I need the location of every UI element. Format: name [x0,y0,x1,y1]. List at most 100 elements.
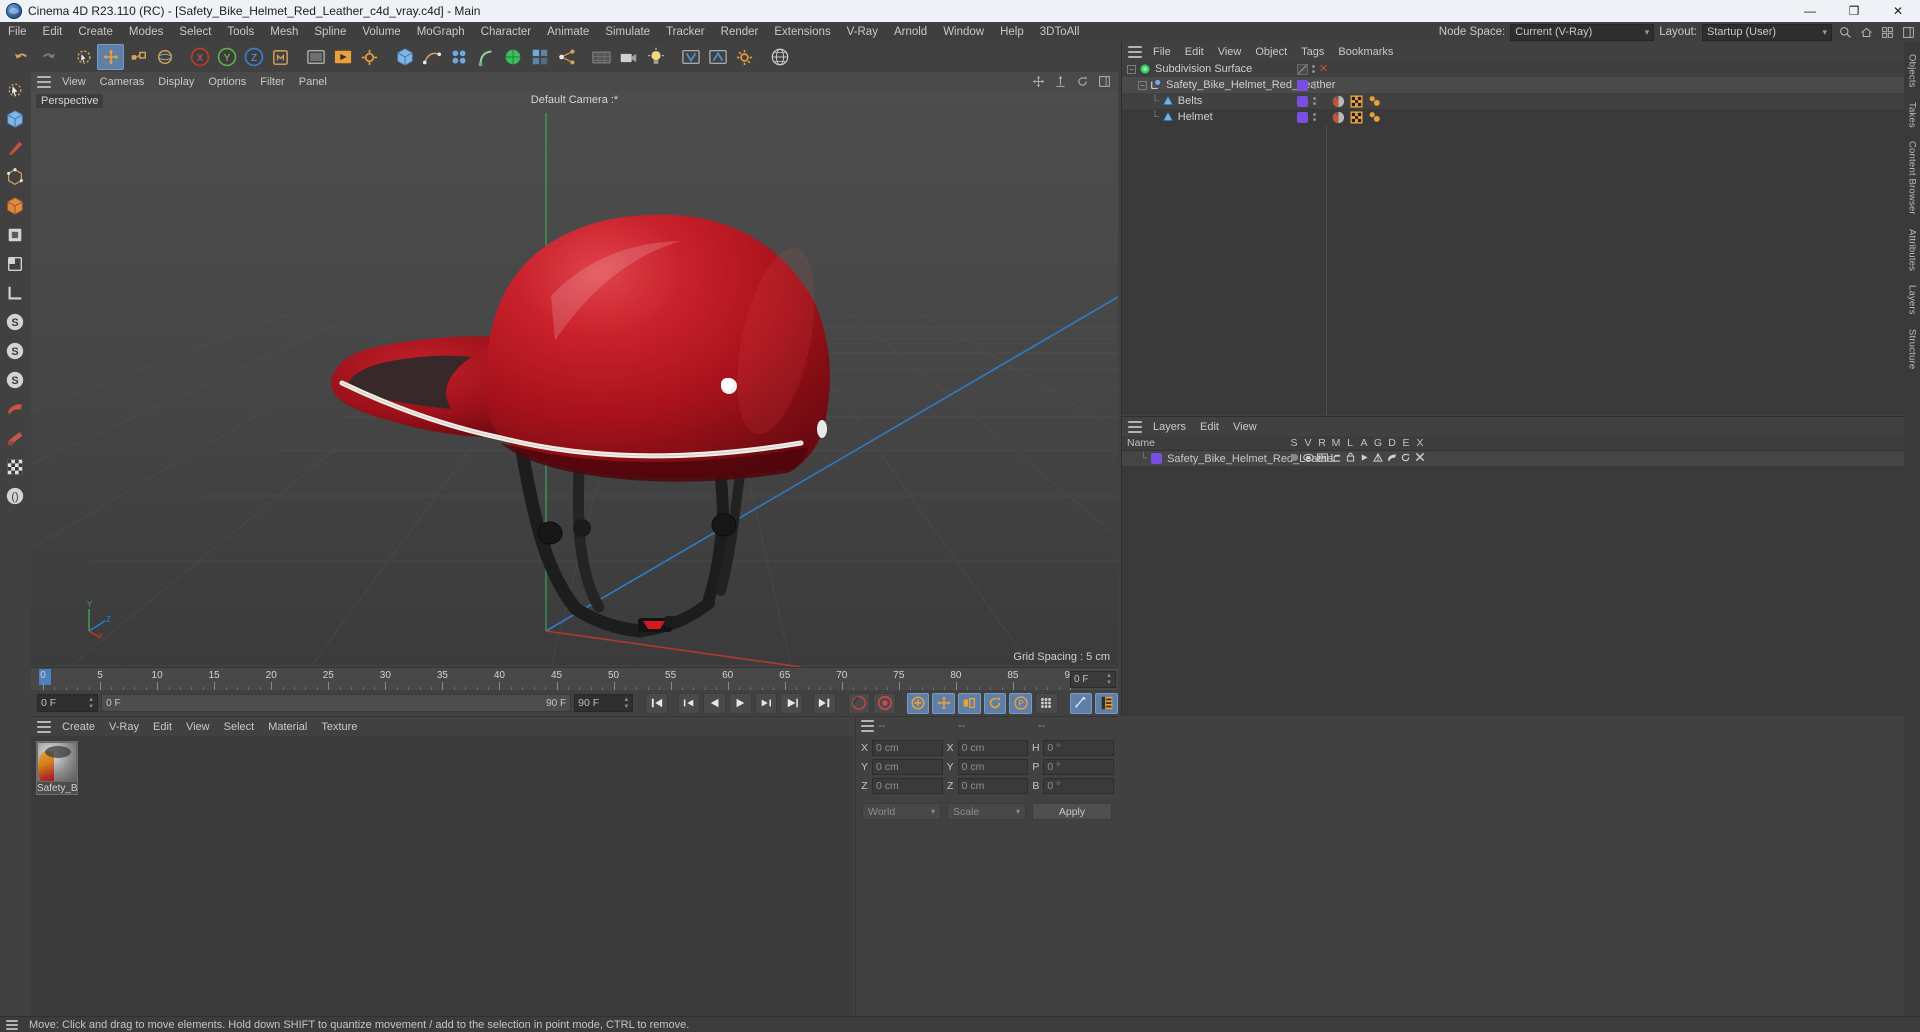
snap-quantize-tool[interactable]: S [2,308,28,336]
zoom-view-icon[interactable] [1052,74,1068,90]
checker-tool[interactable] [2,453,28,481]
menu-help[interactable]: Help [992,22,1032,42]
tab-attributes[interactable]: Attributes [1906,223,1919,277]
layers-col-v[interactable]: V [1301,437,1315,449]
preview-range-bar[interactable]: 0 F 90 F [101,694,572,712]
y-axis-lock-button[interactable]: Y [213,44,240,70]
keyframe-selection-button[interactable] [906,692,930,714]
material-menu-texture[interactable]: Texture [314,717,364,737]
menu-file[interactable]: File [0,22,35,42]
layers-menu-layers[interactable]: Layers [1146,417,1193,437]
menu-character[interactable]: Character [473,22,540,42]
object-menu-view[interactable]: View [1211,42,1249,62]
mesh-edit-tool[interactable] [2,163,28,191]
current-frame-field[interactable]: 0 F ▲ ▼ [37,694,99,712]
material-menu-select[interactable]: Select [217,717,262,737]
menu-tracker[interactable]: Tracker [658,22,713,42]
object-menu-object[interactable]: Object [1248,42,1294,62]
material-menu-view[interactable]: View [179,717,217,737]
undo-button[interactable] [8,44,35,70]
bend-deformer-button[interactable] [472,44,499,70]
layout-dropdown[interactable]: Startup (User) ▾ [1702,23,1832,41]
layer-color-tag[interactable] [1297,79,1308,91]
pen-spline-tool[interactable] [2,134,28,162]
scale-key-button[interactable] [958,692,981,714]
menu-3dtoall[interactable]: 3DToAll [1032,22,1088,42]
globe-button[interactable] [766,44,793,70]
vray-frame-buffer-button[interactable] [704,44,731,70]
brush-tool[interactable] [2,424,28,452]
object-menu-tags[interactable]: Tags [1294,42,1331,62]
layer-color-tag[interactable] [1297,95,1308,107]
position-z-field[interactable]: 0 cm [872,778,943,794]
render-settings-button[interactable] [356,44,383,70]
spinner-icon[interactable]: ▲ ▼ [88,697,94,710]
dopesheet-toggle-button[interactable] [1095,692,1118,714]
tab-content-browser[interactable]: Content Browser [1906,135,1919,221]
visibility-dots-icon[interactable] [1313,97,1316,105]
position-y-field[interactable]: 0 cm [872,759,943,775]
layers-col-x[interactable]: X [1413,437,1427,449]
uvw-tag[interactable] [1350,94,1363,108]
x-axis-lock-button[interactable]: X [186,44,213,70]
tab-objects[interactable]: Objects [1906,48,1919,94]
viewport-menu-options[interactable]: Options [201,72,253,92]
menu-arnold[interactable]: Arnold [886,22,935,42]
minimize-button[interactable]: — [1788,0,1832,22]
tab-takes[interactable]: Takes [1906,96,1919,134]
phong-tag[interactable] [1368,95,1381,108]
vray-render-button[interactable] [677,44,704,70]
object-row-belts[interactable]: └ Belts [1122,93,1904,109]
go-to-previous-key-button[interactable] [677,692,701,714]
status-menu-icon[interactable] [6,1019,18,1030]
layers-col-g[interactable]: G [1371,437,1385,449]
plane-tool[interactable] [2,250,28,278]
rotation-p-field[interactable]: 0 ° [1043,759,1115,775]
subdivision-surface-button[interactable] [499,44,526,70]
rotation-b-field[interactable]: 0 ° [1043,778,1115,794]
cube-primitive-button[interactable] [391,44,418,70]
position-x-field[interactable]: 0 cm [872,740,943,756]
grid-icon[interactable] [1879,24,1895,40]
angle-tool[interactable] [2,279,28,307]
menu-animate[interactable]: Animate [539,22,597,42]
spinner-icon[interactable]: ▲ ▼ [1106,673,1112,686]
viewport-menu-cameras[interactable]: Cameras [93,72,152,92]
position-key-button[interactable] [932,692,956,714]
rotate-tool-button[interactable] [151,44,178,70]
node-space-dropdown[interactable]: Current (V-Ray) ▾ [1510,23,1655,41]
material-tag[interactable] [1332,95,1345,108]
panel-icon[interactable] [1900,24,1916,40]
layer-row[interactable]: └ Safety_Bike_Helmet_Red_Leather [1122,451,1904,466]
object-menu-edit[interactable]: Edit [1178,42,1211,62]
layer-visible-toggle[interactable] [1301,453,1315,465]
layers-col-e[interactable]: E [1399,437,1413,449]
size-x-field[interactable]: 0 cm [957,740,1029,756]
visibility-dots-icon[interactable] [1313,81,1316,89]
floor-button[interactable] [588,44,615,70]
layers-col-a[interactable]: A [1357,437,1371,449]
menu-mesh[interactable]: Mesh [262,22,306,42]
size-z-field[interactable]: 0 cm [957,778,1029,794]
material-item[interactable]: Safety_B [36,741,78,795]
menu-simulate[interactable]: Simulate [597,22,658,42]
layers-col-d[interactable]: D [1385,437,1399,449]
go-to-end-button[interactable] [813,692,836,714]
menu-mograph[interactable]: MoGraph [409,22,473,42]
object-row-subdivision-surface[interactable]: − Subdivision Surface ✕ [1122,61,1904,77]
enable-toggle-icon[interactable] [1297,63,1308,75]
material-menu-vray[interactable]: V-Ray [102,717,146,737]
viewport-menu-icon[interactable] [37,75,51,88]
layers-menu-view[interactable]: View [1226,417,1264,437]
menu-volume[interactable]: Volume [354,22,408,42]
menu-edit[interactable]: Edit [35,22,71,42]
layer-color-swatch[interactable] [1151,453,1163,464]
tab-layers[interactable]: Layers [1906,279,1919,321]
live-selection-button[interactable] [70,44,97,70]
go-to-previous-frame-button[interactable] [703,692,727,714]
material-tag[interactable] [1332,111,1345,124]
viewport-menu-panel[interactable]: Panel [292,72,334,92]
layers-col-l[interactable]: L [1343,437,1357,449]
render-view-button[interactable] [302,44,329,70]
vray-settings-button[interactable] [731,44,758,70]
